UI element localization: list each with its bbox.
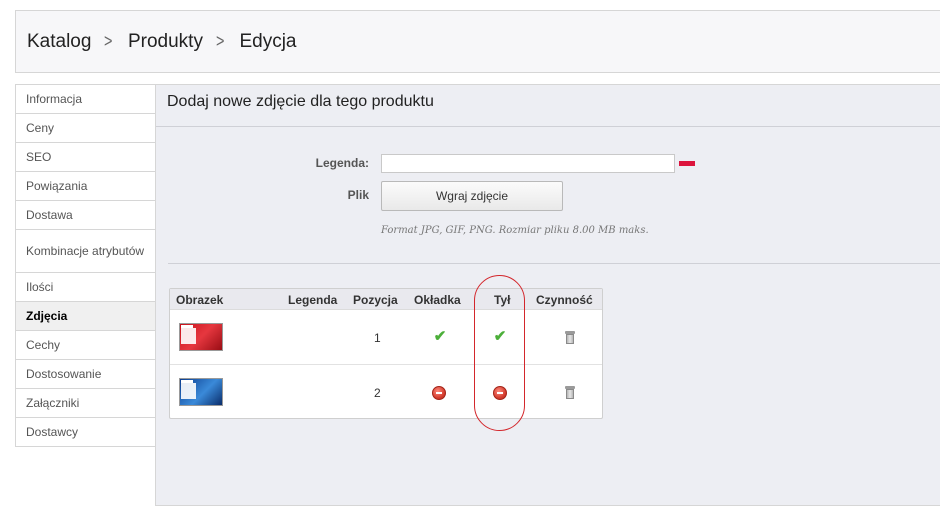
sidebar-item-dostosowanie[interactable]: Dostosowanie bbox=[16, 360, 156, 389]
sidebar-item-kombinacje[interactable]: Kombinacje atrybutów bbox=[16, 230, 156, 273]
sidebar-item-dostawa[interactable]: Dostawa bbox=[16, 201, 156, 230]
minus-circle-icon[interactable] bbox=[432, 386, 446, 400]
column-header-pozycja: Pozycja bbox=[353, 293, 398, 307]
trash-icon[interactable] bbox=[565, 331, 575, 344]
breadcrumb-item-produkty[interactable]: Produkty bbox=[128, 31, 203, 53]
table-row: 1 ✔ ✔ bbox=[170, 311, 602, 365]
upload-image-button[interactable]: Wgraj zdjęcie bbox=[381, 181, 563, 211]
column-header-obrazek: Obrazek bbox=[176, 293, 224, 307]
breadcrumb-separator-icon: > bbox=[216, 31, 225, 51]
breadcrumb-item-edycja: Edycja bbox=[239, 30, 297, 52]
table-header: Obrazek Legenda Pozycja Okładka Tył Czyn… bbox=[170, 289, 602, 310]
sidebar-item-cechy[interactable]: Cechy bbox=[16, 331, 156, 360]
column-header-legenda: Legenda bbox=[288, 293, 338, 307]
breadcrumb-separator-icon: > bbox=[104, 31, 113, 51]
sidebar-item-zdjecia[interactable]: Zdjęcia bbox=[16, 302, 156, 331]
breadcrumb-item-katalog[interactable]: Katalog bbox=[27, 31, 91, 53]
sidebar-item-ceny[interactable]: Ceny bbox=[16, 114, 156, 143]
divider bbox=[168, 263, 940, 264]
sidebar-item-dostawcy[interactable]: Dostawcy bbox=[16, 418, 156, 447]
breadcrumb: Katalog > Produkty > Edycja bbox=[15, 10, 940, 73]
trash-icon[interactable] bbox=[565, 386, 575, 399]
column-header-czynnosc: Czynność bbox=[536, 293, 593, 307]
file-format-hint: Format JPG, GIF, PNG. Rozmiar pliku 8.00… bbox=[381, 225, 649, 236]
product-image-thumbnail[interactable] bbox=[177, 374, 227, 410]
check-icon[interactable]: ✔ bbox=[432, 329, 448, 344]
file-label: Plik bbox=[347, 188, 369, 202]
column-header-okladka: Okładka bbox=[414, 293, 461, 307]
sidebar-item-zalaczniki[interactable]: Załączniki bbox=[16, 389, 156, 418]
legend-label: Legenda: bbox=[315, 156, 369, 170]
language-flag-icon[interactable] bbox=[679, 161, 695, 166]
page-title: Dodaj nowe zdjęcie dla tego produktu bbox=[167, 93, 434, 110]
sidebar-item-informacja[interactable]: Informacja bbox=[16, 85, 156, 114]
table-row: 2 bbox=[170, 366, 602, 420]
position-value: 2 bbox=[374, 386, 381, 400]
position-value: 1 bbox=[374, 331, 381, 345]
sidebar: Informacja Ceny SEO Powiązania Dostawa K… bbox=[15, 84, 156, 447]
legend-input[interactable] bbox=[381, 154, 675, 173]
divider bbox=[156, 126, 940, 127]
main-panel: Dodaj nowe zdjęcie dla tego produktu Leg… bbox=[155, 84, 940, 506]
sidebar-item-powiazania[interactable]: Powiązania bbox=[16, 172, 156, 201]
sidebar-item-seo[interactable]: SEO bbox=[16, 143, 156, 172]
product-image-thumbnail[interactable] bbox=[177, 319, 227, 355]
highlight-annotation-circle bbox=[474, 275, 525, 431]
images-table: Obrazek Legenda Pozycja Okładka Tył Czyn… bbox=[169, 288, 603, 419]
sidebar-item-ilosci[interactable]: Ilości bbox=[16, 273, 156, 302]
